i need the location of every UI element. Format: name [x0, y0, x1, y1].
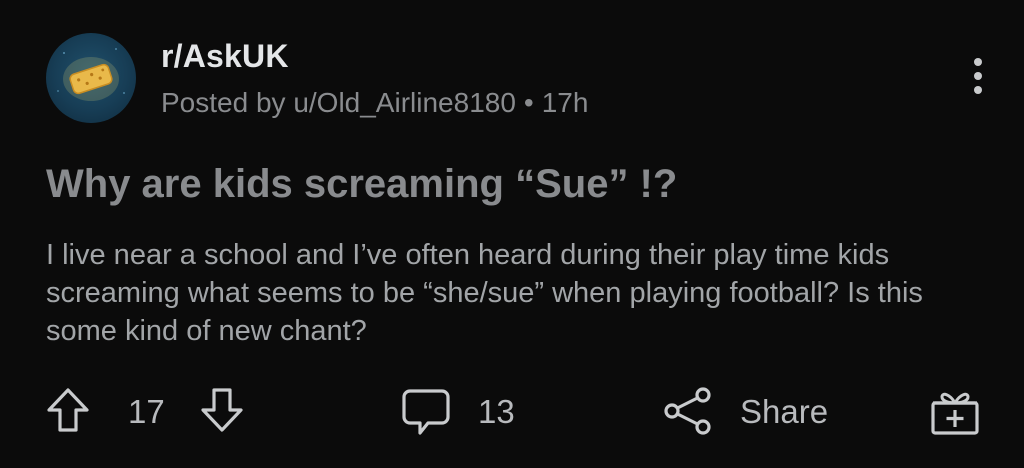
meta-separator: •: [523, 87, 534, 118]
subreddit-avatar[interactable]: [46, 33, 136, 123]
upvote-button[interactable]: [44, 386, 92, 434]
vote-score: 17: [128, 393, 165, 430]
comment-bubble-icon: [402, 389, 450, 435]
gift-icon: [931, 392, 979, 435]
share-button[interactable]: [662, 386, 716, 436]
post-age: 17h: [541, 87, 589, 118]
arrow-down-icon: [201, 388, 243, 432]
share-icon: [664, 387, 711, 435]
post-body: I live near a school and I’ve often hear…: [46, 239, 923, 347]
downvote-button[interactable]: [198, 386, 246, 434]
arrow-up-icon: [47, 388, 89, 432]
subreddit-name[interactable]: r/AskUK: [161, 38, 289, 75]
author-link[interactable]: u/Old_Airline8180: [293, 87, 516, 118]
sponge-icon: [57, 48, 125, 101]
award-button[interactable]: [928, 384, 982, 438]
comments-button[interactable]: [400, 386, 452, 438]
posted-by-label: Posted by: [161, 87, 286, 118]
comment-count: 13: [478, 393, 515, 430]
share-label[interactable]: Share: [740, 393, 828, 431]
post-meta: Posted by u/Old_Airline8180 • 17h: [161, 87, 588, 119]
action-bar: 17 13 Share: [0, 380, 1024, 450]
post-title[interactable]: Why are kids screaming “Sue” !?: [46, 162, 677, 207]
more-options-icon[interactable]: [966, 54, 990, 98]
post-card: r/AskUK Posted by u/Old_Airline8180 • 17h …: [0, 0, 1024, 468]
